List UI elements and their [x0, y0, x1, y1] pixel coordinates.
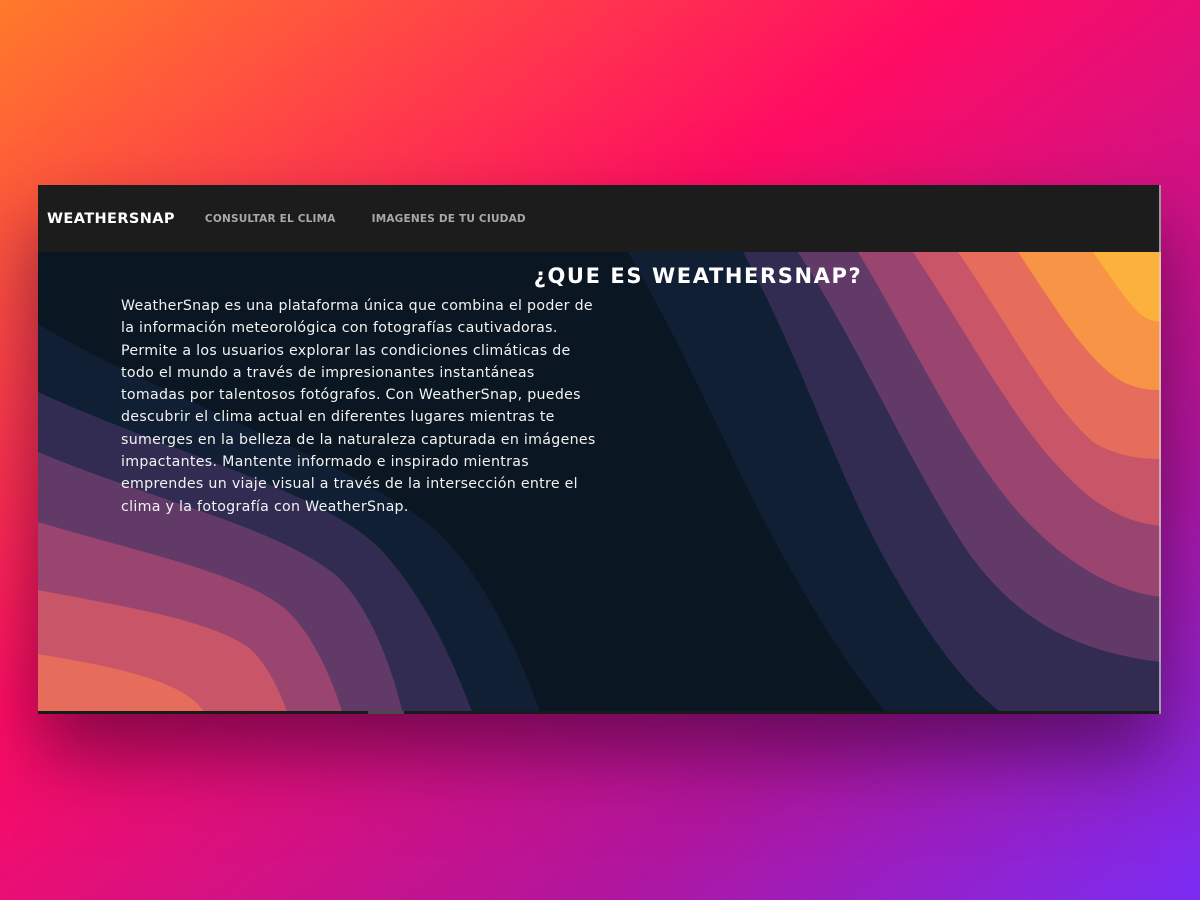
hero-section: ¿QUE ES WEATHERSNAP? WeatherSnap es una … — [38, 252, 1161, 714]
brand-logo[interactable]: WEATHERSNAP — [47, 211, 175, 227]
nav-link-consultar-clima[interactable]: CONSULTAR EL CLIMA — [205, 213, 336, 225]
scrollbar-thumb[interactable] — [368, 711, 404, 714]
window-edge — [1159, 185, 1161, 714]
intro-paragraph: WeatherSnap es una plataforma única que … — [121, 298, 596, 515]
browser-window: WEATHERSNAP CONSULTAR EL CLIMA IMAGENES … — [38, 185, 1161, 714]
nav-link-imagenes-ciudad[interactable]: IMAGENES DE TU CIUDAD — [372, 213, 526, 225]
navbar: WEATHERSNAP CONSULTAR EL CLIMA IMAGENES … — [38, 185, 1161, 252]
page-title: ¿QUE ES WEATHERSNAP? — [533, 264, 863, 288]
horizontal-scrollbar[interactable] — [38, 711, 1161, 714]
